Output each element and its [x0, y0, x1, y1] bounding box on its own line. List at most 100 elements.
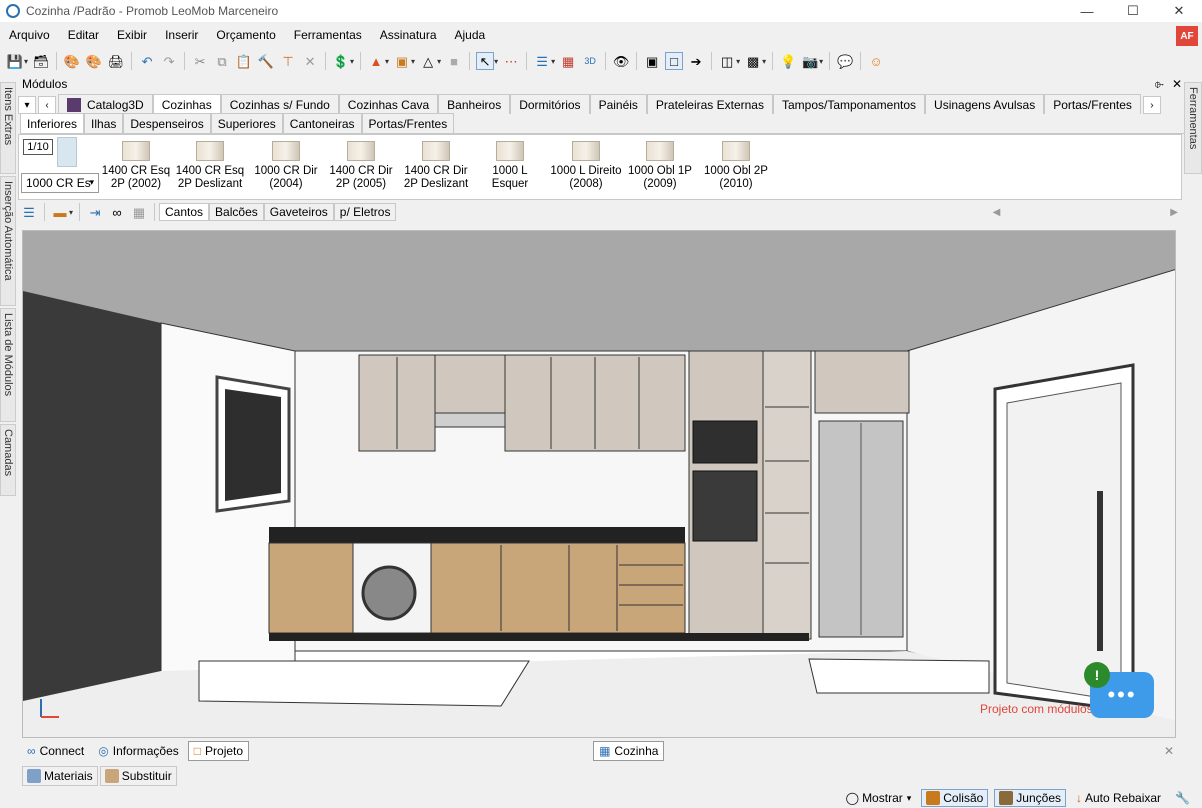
tools-icon[interactable]: 🔧	[1171, 789, 1194, 807]
box-icon[interactable]: ▩	[744, 52, 762, 70]
tab-ferramentas[interactable]: Ferramentas	[1184, 82, 1202, 174]
filter-tab-cantos[interactable]: Cantos	[159, 203, 210, 221]
module-item[interactable]: 1000 CR Dir (2004)	[249, 139, 323, 199]
filter-tab-balcoes[interactable]: Balcões	[209, 203, 264, 221]
budget-icon[interactable]: 💲	[332, 52, 350, 70]
filter-tab-gaveteiros[interactable]: Gaveteiros	[263, 203, 334, 221]
module-item[interactable]: 1000 Obl 1P (2009)	[623, 139, 697, 199]
tab-tampos[interactable]: Tampos/Tamponamentos	[772, 94, 926, 114]
menu-exibir[interactable]: Exibir	[108, 28, 156, 42]
hammer-icon[interactable]: 🔨	[257, 52, 275, 70]
kitchen-3d-scene[interactable]	[23, 231, 1176, 738]
maximize-button[interactable]: ☐	[1110, 0, 1156, 22]
tab-prateleiras-externas[interactable]: Prateleiras Externas	[646, 94, 773, 114]
subtab-despenseiros[interactable]: Despenseiros	[123, 113, 211, 133]
tab-lista-de-modulos[interactable]: Lista de Módulos	[0, 308, 16, 422]
binoculars-icon[interactable]: ∞	[108, 203, 126, 221]
module-item[interactable]: 1000 L Esquer	[473, 139, 547, 199]
paste-icon[interactable]: 📋	[235, 52, 253, 70]
wall-dropdown-icon[interactable]: ▾	[736, 57, 740, 66]
budget-dropdown-icon[interactable]: ▾	[350, 57, 354, 66]
wall-icon[interactable]: ◫	[718, 52, 736, 70]
light-icon[interactable]: 💡	[779, 52, 797, 70]
user-avatar[interactable]: AF	[1176, 26, 1198, 46]
width-icon[interactable]: ▬	[51, 203, 69, 221]
print-icon[interactable]: 🖨	[107, 52, 125, 70]
tab-banheiros[interactable]: Banheiros	[438, 94, 511, 114]
filter-tab-eletros[interactable]: p/ Eletros	[333, 203, 397, 221]
tab-insercao-automatica[interactable]: Inserção Automática	[0, 176, 16, 306]
3d-viewport[interactable]	[22, 230, 1176, 738]
tab-portas-frentes[interactable]: Portas/Frentes	[1044, 94, 1141, 114]
save-as-icon[interactable]: 🗃	[32, 52, 50, 70]
undo-icon[interactable]: ↶	[138, 52, 156, 70]
elevation-icon[interactable]: ▦	[559, 52, 577, 70]
tab-connect[interactable]: ∞ Connect	[22, 741, 89, 761]
view-3d-icon[interactable]: 3D	[581, 52, 599, 70]
module-item[interactable]: 1400 CR Esq 2P Deslizant	[173, 139, 247, 199]
menu-arquivo[interactable]: Arquivo	[0, 28, 59, 42]
scroll-right-icon[interactable]: ▶	[1170, 207, 1178, 218]
show-menu[interactable]: ◯ Mostrar ▾	[842, 789, 916, 807]
menu-editar[interactable]: Editar	[59, 28, 108, 42]
tab-camadas[interactable]: Camadas	[0, 424, 16, 496]
chat-icon[interactable]: 💬	[836, 52, 854, 70]
save-icon[interactable]: 💾	[6, 52, 24, 70]
module-item[interactable]: 1400 CR Dir 2P (2005)	[324, 139, 398, 199]
layers-icon[interactable]: ☰	[533, 52, 551, 70]
page-indicator[interactable]: 1/10	[23, 139, 53, 155]
select-dropdown-icon[interactable]: ▾	[494, 57, 498, 66]
insert-module-icon[interactable]: □	[665, 52, 684, 70]
tab-scene-cozinha[interactable]: ▦ Cozinha	[593, 741, 665, 761]
catalog-prev-icon[interactable]: ‹	[38, 96, 56, 114]
auto-lower-toggle[interactable]: ↓ Auto Rebaixar	[1072, 789, 1165, 807]
menu-ajuda[interactable]: Ajuda	[446, 28, 495, 42]
pin-icon[interactable]: ⌱	[1155, 77, 1164, 92]
module-item[interactable]: 1400 CR Esq 2P (2002)	[99, 139, 173, 199]
delete-icon[interactable]: ✕	[301, 52, 319, 70]
box-dropdown-icon[interactable]: ▾	[762, 57, 766, 66]
arrow-right-icon[interactable]: ➔	[687, 52, 705, 70]
close-scene-icon[interactable]: ✕	[1164, 744, 1174, 758]
layers-dropdown-icon[interactable]: ▾	[551, 57, 555, 66]
subtab-inferiores[interactable]: Inferiores	[20, 113, 85, 133]
shape-icon[interactable]: △	[419, 52, 437, 70]
tab-projeto[interactable]: □ Projeto	[187, 741, 250, 761]
scroll-left-icon[interactable]: ◀	[993, 207, 1001, 218]
catalog-icon[interactable]: ▦	[130, 203, 148, 221]
catalog-next-icon[interactable]: ›	[1142, 96, 1161, 114]
menu-ferramentas[interactable]: Ferramentas	[285, 28, 371, 42]
stairs-icon[interactable]: ▣	[393, 52, 411, 70]
redo-icon[interactable]: ↷	[160, 52, 178, 70]
tab-informacoes[interactable]: ◎ Informações	[93, 741, 184, 761]
joints-toggle[interactable]: Junções	[994, 789, 1066, 807]
user-icon[interactable]: ☺	[867, 52, 885, 70]
tab-dormitorios[interactable]: Dormitórios	[510, 94, 590, 114]
tab-usinagens-avulsas[interactable]: Usinagens Avulsas	[925, 94, 1045, 114]
copy-icon[interactable]: ⧉	[213, 52, 231, 70]
import-icon[interactable]: ⇥	[86, 203, 104, 221]
tab-cozinhas-cava[interactable]: Cozinhas Cava	[338, 94, 439, 114]
render-icon[interactable]: 🎨	[63, 52, 81, 70]
tab-cozinhas[interactable]: Cozinhas	[152, 94, 221, 114]
eye-icon[interactable]: 👁	[612, 52, 630, 70]
camera-icon[interactable]: 📷	[801, 52, 819, 70]
paint-dropdown-icon[interactable]: ▾	[385, 57, 389, 66]
menu-inserir[interactable]: Inserir	[156, 28, 207, 42]
alert-icon[interactable]: !	[1084, 662, 1110, 688]
module-item[interactable]: 1400 CR Dir 2P Deslizant	[399, 139, 473, 199]
module-icon[interactable]: ▣	[643, 52, 661, 70]
tab-catalog3d[interactable]: Catalog3D	[58, 94, 153, 114]
cut-icon[interactable]: ✂	[191, 52, 209, 70]
module-select[interactable]: 1000 CR Es ▾	[21, 173, 99, 193]
stairs-dropdown-icon[interactable]: ▾	[411, 57, 415, 66]
menu-orcamento[interactable]: Orçamento	[207, 28, 284, 42]
menu-assinatura[interactable]: Assinatura	[371, 28, 446, 42]
tab-cozinhas-sem-fundo[interactable]: Cozinhas s/ Fundo	[220, 94, 339, 114]
selected-module-thumbnail[interactable]	[57, 137, 77, 167]
subtab-cantoneiras[interactable]: Cantoneiras	[282, 113, 362, 133]
minimize-button[interactable]: —	[1064, 0, 1110, 22]
subtab-portas-frentes[interactable]: Portas/Frentes	[361, 113, 455, 133]
module-item[interactable]: 1000 Obl 2P (2010)	[699, 139, 773, 199]
catalog-dropdown-icon[interactable]: ▾	[18, 96, 36, 114]
